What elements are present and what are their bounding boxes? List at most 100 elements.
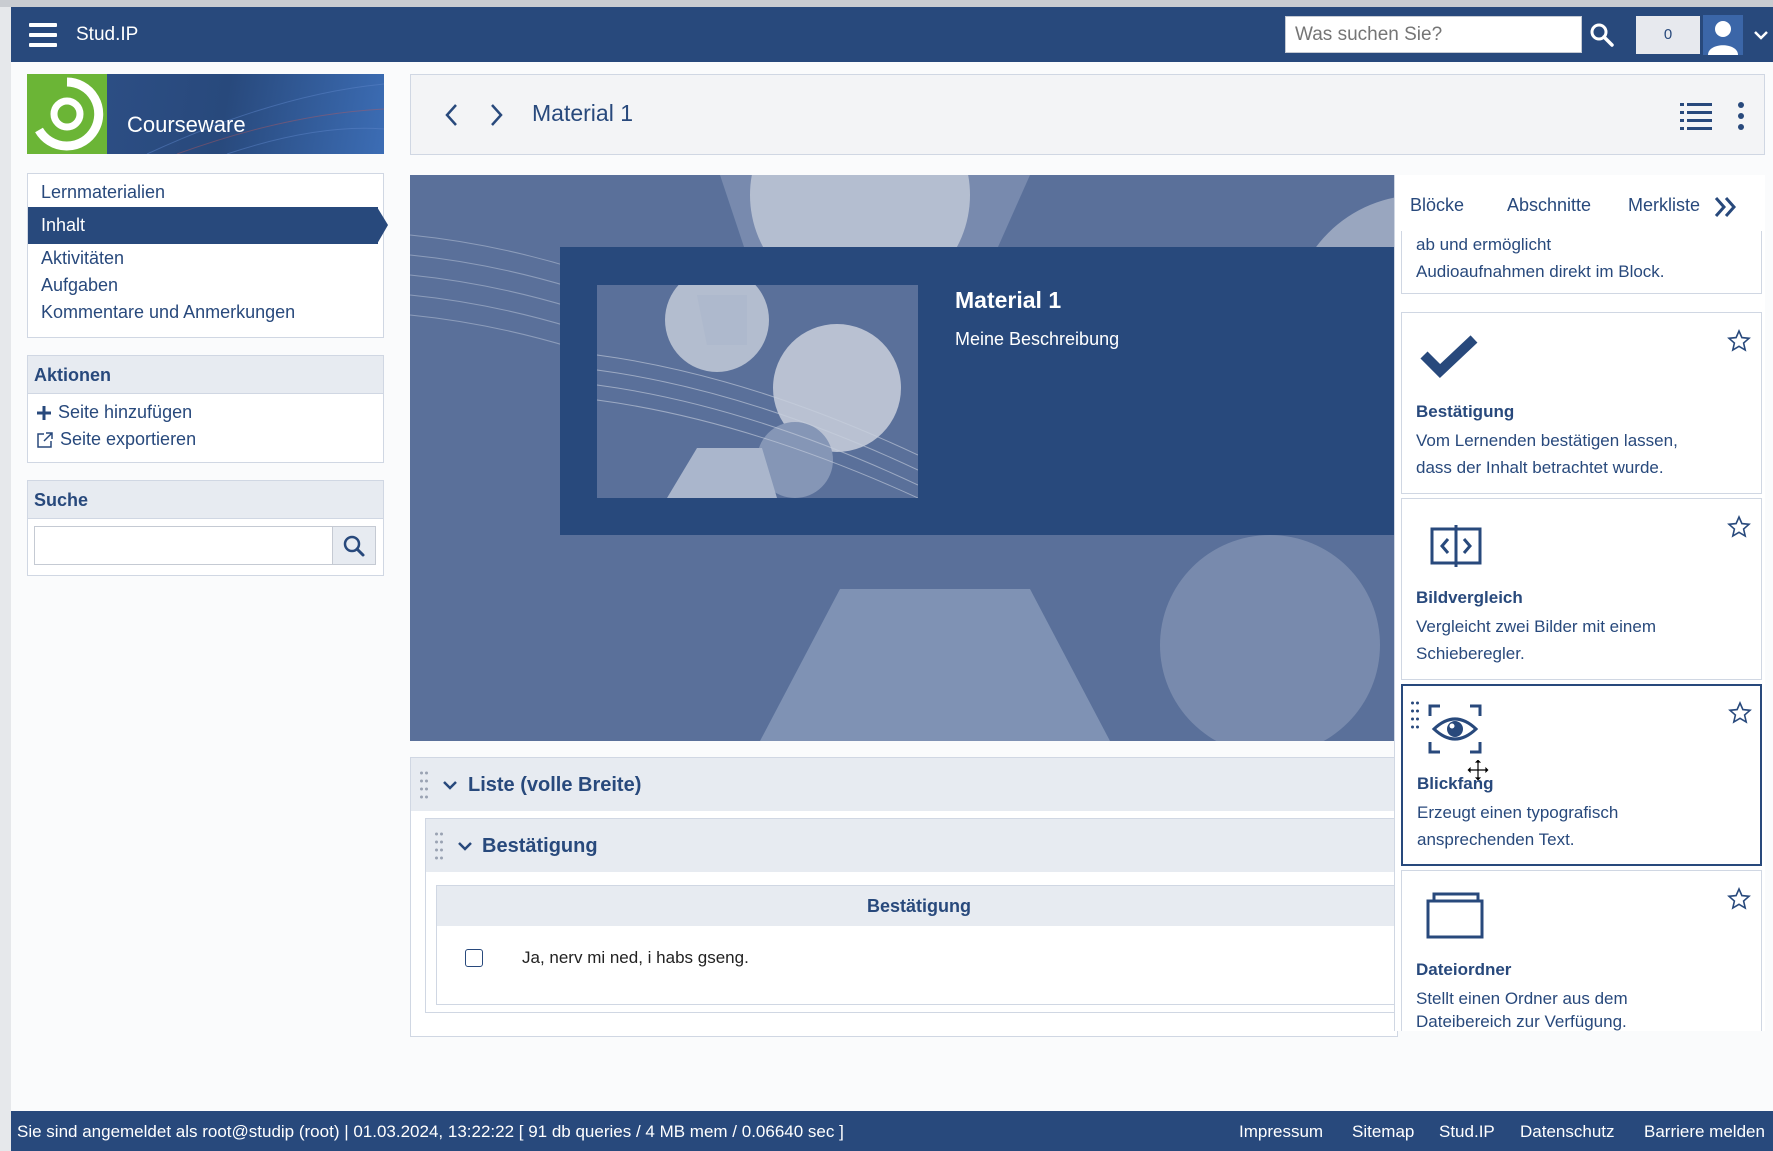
eye-focus-icon [1428,704,1482,754]
thumbnail-shapes [597,285,918,498]
page-title: Material 1 [532,100,633,126]
nav-item-aktivitaeten[interactable]: Aktivitäten [41,248,124,269]
confirmation-text: Ja, nerv mi ned, i habs gseng. [522,948,749,967]
block-title-bildvergleich: Bildvergleich [1416,588,1523,607]
footer-link-studip[interactable]: Stud.IP [1439,1122,1495,1142]
double-chevron-right-icon[interactable] [1713,195,1739,219]
block-card-bestaetigung[interactable]: Bestätigung Vom Lernenden bestätigen las… [1401,312,1762,494]
block-title-bestaetigung: Bestätigung [1416,402,1515,421]
tab-merkliste[interactable]: Merkliste [1628,195,1700,216]
courseware-title: Courseware [127,112,246,137]
chevron-down-icon[interactable] [442,777,458,793]
star-icon[interactable] [1727,887,1751,911]
export-icon [37,431,53,448]
page-header-bar: Material 1 [410,74,1765,155]
confirmation-block-label[interactable]: Bestätigung [482,835,598,858]
block-card-blickfang[interactable]: Blickfang Erzeugt einen typografisch ans… [1401,684,1762,866]
courseware-logo-icon [27,74,107,154]
confirmation-content: Bestätigung Ja, nerv mi ned, i habs gsen… [436,885,1401,1005]
top-bar: Stud.IP 0 [11,7,1773,62]
block-desc-blickfang-2: ansprechenden Text. [1417,830,1575,849]
list-section-label[interactable]: Liste (volle Breite) [468,774,641,797]
actions-title: Aktionen [28,356,383,394]
block-title-blickfang: Blickfang [1417,774,1494,793]
active-indicator [377,207,388,244]
block-desc-dateiordner-2: Dateibereich zur Verfügung. [1416,1012,1627,1031]
tab-bloecke[interactable]: Blöcke [1410,195,1464,216]
confirmation-block: Bestätigung Bestätigung Ja, nerv mi ned,… [425,818,1401,1013]
hero-card: Material 1 Meine Beschreibung [560,247,1398,535]
search-icon[interactable] [1589,22,1615,48]
block-desc-partial-2: Audioaufnahmen direkt im Block. [1416,262,1665,281]
user-avatar-icon[interactable] [1703,15,1743,55]
page-hero: Material 1 Meine Beschreibung [410,175,1398,741]
block-card-bildvergleich[interactable]: Bildvergleich Vergleicht zwei Bilder mit… [1401,498,1762,680]
hero-thumbnail [597,285,918,498]
drag-handle-icon[interactable] [434,831,444,861]
star-icon[interactable] [1728,701,1752,725]
list-section-header[interactable]: Liste (volle Breite) [411,758,1399,811]
global-search-input[interactable] [1285,16,1582,53]
chevron-down-icon[interactable] [457,838,473,854]
courseware-navigation: Lernmaterialien Inhalt Aktivitäten Aufga… [27,173,388,338]
add-page-label: Seite hinzufügen [58,402,193,422]
star-icon[interactable] [1727,329,1751,353]
add-page-button[interactable]: Seite hinzufügen [36,402,192,423]
brand-title[interactable]: Stud.IP [76,24,138,46]
block-title-dateiordner: Dateiordner [1416,960,1512,979]
next-page-icon[interactable] [485,102,507,128]
window-top-edge [0,0,1773,7]
nav-item-inhalt-label[interactable]: Inhalt [41,215,85,236]
block-card-partial[interactable]: ab und ermöglicht Audioaufnahmen direkt … [1401,231,1762,294]
confirmation-checkbox[interactable] [465,949,483,967]
window-left-edge [0,7,11,1151]
export-page-button[interactable]: Seite exportieren [36,429,196,450]
courseware-banner: Courseware [27,74,384,154]
drag-handle-icon[interactable] [419,770,429,800]
footer-link-sitemap[interactable]: Sitemap [1352,1122,1414,1142]
export-page-label: Seite exportieren [60,429,197,449]
image-compare-icon [1430,525,1482,567]
hero-description: Meine Beschreibung [955,329,1120,349]
footer-link-barriere[interactable]: Barriere melden [1644,1122,1765,1142]
block-desc-bildvergleich-2: Schieberegler. [1416,644,1525,663]
plus-icon [37,405,51,420]
footer: Sie sind angemeldet als root@studip (roo… [11,1111,1773,1151]
search-icon [343,535,365,556]
block-desc-partial-1: ab und ermöglicht [1416,235,1552,254]
checkmark-icon [1420,335,1478,378]
nav-item-aufgaben[interactable]: Aufgaben [41,275,118,296]
footer-link-datenschutz[interactable]: Datenschutz [1520,1122,1615,1142]
folder-icon [1426,892,1484,939]
session-status: Sie sind angemeldet als root@studip (roo… [17,1122,844,1141]
confirmation-block-header[interactable]: Bestätigung [426,819,1400,872]
list-section: Liste (volle Breite) Bestätigung Bestäti… [410,757,1401,1037]
hero-title: Material 1 [955,287,1062,313]
previous-page-icon[interactable] [441,102,463,128]
footer-link-impressum[interactable]: Impressum [1239,1122,1323,1142]
star-icon[interactable] [1727,515,1751,539]
block-desc-bestaetigung-2: dass der Inhalt betrachtet wurde. [1416,458,1664,477]
tab-abschnitte[interactable]: Abschnitte [1507,195,1591,216]
search-widget: Suche [27,480,384,576]
table-of-contents-icon[interactable] [1680,101,1712,131]
more-options-icon[interactable] [1736,101,1746,131]
app-frame: Stud.IP 0 Courseware [11,7,1773,1151]
actions-widget: Aktionen Seite hinzufügen Seite exportie… [27,355,384,463]
courseware-search-input[interactable] [34,526,333,565]
block-desc-bestaetigung-1: Vom Lernenden bestätigen lassen, [1416,431,1678,450]
courseware-search-button[interactable] [332,526,376,565]
notification-counter[interactable]: 0 [1636,16,1700,54]
block-card-dateiordner[interactable]: Dateiordner Stellt einen Ordner aus dem … [1401,870,1762,1031]
block-desc-bildvergleich-1: Vergleicht zwei Bilder mit einem [1416,617,1656,636]
confirmation-header: Bestätigung [437,886,1401,926]
nav-item-kommentare[interactable]: Kommentare und Anmerkungen [41,302,295,323]
drag-handle-icon[interactable] [1410,700,1420,730]
hamburger-menu-icon[interactable] [29,23,57,47]
nav-item-lernmaterialien[interactable]: Lernmaterialien [41,182,165,203]
block-adder-panel: Blöcke Abschnitte Merkliste ab und ermög… [1394,175,1765,1031]
block-desc-blickfang-1: Erzeugt einen typografisch [1417,803,1619,822]
chevron-down-icon[interactable] [1753,27,1769,43]
search-title: Suche [28,481,383,519]
panel-tabs: Blöcke Abschnitte Merkliste [1395,175,1765,237]
